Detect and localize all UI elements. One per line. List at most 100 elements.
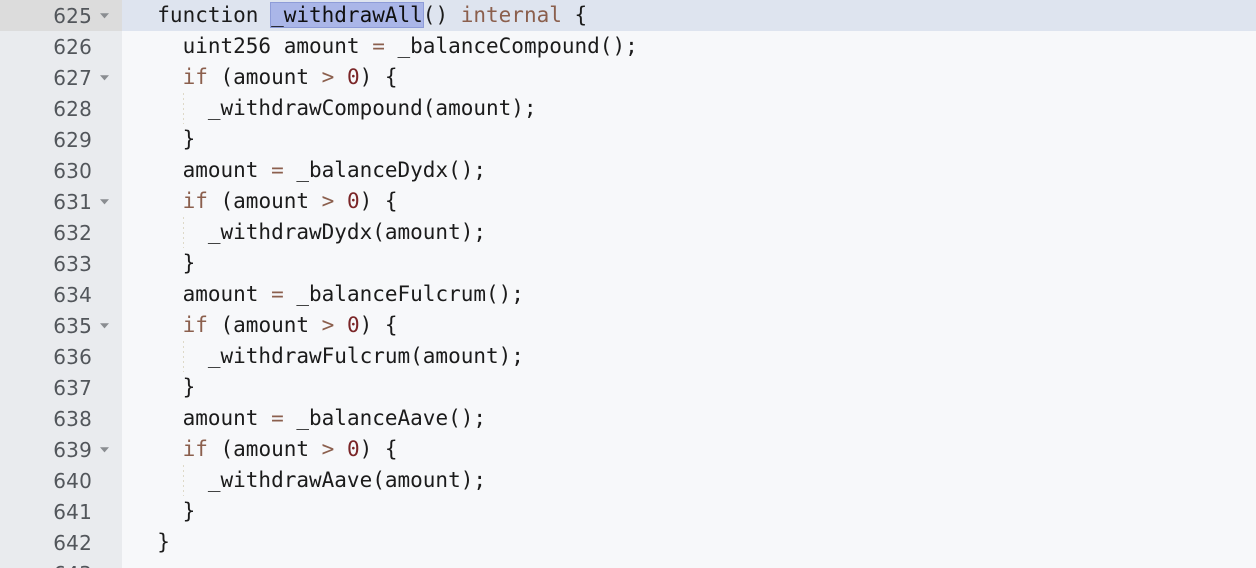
code-token: { — [561, 3, 588, 27]
code-line-content[interactable]: _withdrawCompound(amount); — [122, 93, 1256, 124]
code-line-content[interactable]: if (amount > 0) { — [122, 434, 1256, 465]
line-gutter[interactable]: 636 — [0, 341, 122, 372]
code-token: _withdrawFulcrum(amount); — [132, 344, 524, 368]
line-gutter[interactable]: 627 — [0, 62, 122, 93]
code-line[interactable]: 634 amount = _balanceFulcrum(); — [0, 279, 1256, 310]
code-line[interactable]: 629 } — [0, 124, 1256, 155]
code-line[interactable]: 633 } — [0, 248, 1256, 279]
line-gutter[interactable]: 630 — [0, 155, 122, 186]
code-line-content[interactable]: if (amount > 0) { — [122, 310, 1256, 341]
code-token: > — [321, 65, 335, 89]
code-line[interactable]: 639 if (amount > 0) { — [0, 434, 1256, 465]
code-line-content[interactable]: } — [122, 124, 1256, 155]
code-token: (amount — [207, 65, 322, 89]
line-gutter[interactable]: 637 — [0, 372, 122, 403]
code-token: uint256 amount — [132, 34, 373, 58]
line-gutter[interactable]: 635 — [0, 310, 122, 341]
code-line[interactable]: 627 if (amount > 0) { — [0, 62, 1256, 93]
code-token: } — [132, 499, 196, 523]
code-line-content[interactable]: amount = _balanceAave(); — [122, 403, 1256, 434]
code-line[interactable]: 641 } — [0, 496, 1256, 527]
code-token: 0 — [346, 437, 360, 461]
line-gutter[interactable]: 626 — [0, 31, 122, 62]
line-number: 628 — [53, 96, 92, 121]
chevron-down-icon[interactable] — [92, 71, 116, 84]
indent-guide — [183, 465, 185, 496]
code-line-list[interactable]: 625 function _withdrawAll() internal {62… — [0, 0, 1256, 568]
line-gutter[interactable]: 641 — [0, 496, 122, 527]
code-line-content[interactable]: amount = _balanceFulcrum(); — [122, 279, 1256, 310]
line-number: 640 — [53, 468, 92, 493]
code-token: > — [321, 189, 335, 213]
code-line[interactable]: 636 _withdrawFulcrum(amount); — [0, 341, 1256, 372]
code-line[interactable]: 630 amount = _balanceDydx(); — [0, 155, 1256, 186]
code-line-content[interactable]: } — [122, 372, 1256, 403]
line-gutter[interactable]: 643 — [0, 558, 122, 568]
code-line-content[interactable] — [122, 558, 1256, 568]
code-line-content[interactable]: uint256 amount = _balanceCompound(); — [122, 31, 1256, 62]
line-gutter[interactable]: 631 — [0, 186, 122, 217]
line-number: 634 — [53, 282, 92, 307]
code-line[interactable]: 643 — [0, 558, 1256, 568]
line-number: 625 — [53, 3, 92, 28]
code-line[interactable]: 631 if (amount > 0) { — [0, 186, 1256, 217]
code-line-content[interactable]: function _withdrawAll() internal { — [122, 0, 1256, 31]
line-gutter[interactable]: 639 — [0, 434, 122, 465]
code-editor[interactable]: 625 function _withdrawAll() internal {62… — [0, 0, 1256, 568]
code-token: amount — [132, 282, 272, 306]
code-line-content[interactable]: if (amount > 0) { — [122, 62, 1256, 93]
code-line-content[interactable]: _withdrawAave(amount); — [122, 465, 1256, 496]
code-token: } — [132, 251, 196, 275]
line-gutter[interactable]: 638 — [0, 403, 122, 434]
code-token: _balanceAave(); — [283, 406, 487, 430]
line-gutter[interactable]: 642 — [0, 527, 122, 558]
line-gutter[interactable]: 632 — [0, 217, 122, 248]
code-line-content[interactable]: } — [122, 527, 1256, 558]
code-line[interactable]: 635 if (amount > 0) { — [0, 310, 1256, 341]
chevron-down-icon[interactable] — [92, 195, 116, 208]
code-token: } — [132, 530, 170, 554]
line-gutter[interactable]: 634 — [0, 279, 122, 310]
code-token: = — [372, 34, 385, 58]
line-gutter[interactable]: 628 — [0, 93, 122, 124]
code-token: _withdrawAave(amount); — [132, 468, 487, 492]
line-gutter[interactable]: 640 — [0, 465, 122, 496]
code-line-content[interactable]: } — [122, 248, 1256, 279]
code-token: () — [422, 3, 461, 27]
code-line-content[interactable]: _withdrawDydx(amount); — [122, 217, 1256, 248]
code-token: amount — [132, 406, 272, 430]
code-token: if — [182, 189, 208, 213]
code-line[interactable]: 628 _withdrawCompound(amount); — [0, 93, 1256, 124]
code-token: if — [182, 313, 208, 337]
line-number: 638 — [53, 406, 92, 431]
code-line[interactable]: 632 _withdrawDydx(amount); — [0, 217, 1256, 248]
indent-guide — [183, 93, 185, 124]
code-line-content[interactable]: _withdrawFulcrum(amount); — [122, 341, 1256, 372]
code-line[interactable]: 638 amount = _balanceAave(); — [0, 403, 1256, 434]
code-line-content[interactable]: } — [122, 496, 1256, 527]
chevron-down-icon[interactable] — [92, 9, 116, 22]
code-line[interactable]: 642 } — [0, 527, 1256, 558]
line-gutter[interactable]: 625 — [0, 0, 122, 31]
code-token: _balanceFulcrum(); — [283, 282, 524, 306]
code-token: amount — [132, 158, 272, 182]
indent-guide — [183, 217, 185, 248]
code-line-content[interactable]: if (amount > 0) { — [122, 186, 1256, 217]
code-line[interactable]: 625 function _withdrawAll() internal { — [0, 0, 1256, 31]
code-line[interactable]: 626 uint256 amount = _balanceCompound(); — [0, 31, 1256, 62]
line-number: 642 — [53, 530, 92, 555]
code-token: _withdrawCompound(amount); — [132, 96, 537, 120]
line-number: 639 — [53, 437, 92, 462]
code-line-content[interactable]: amount = _balanceDydx(); — [122, 155, 1256, 186]
code-line[interactable]: 637 } — [0, 372, 1256, 403]
chevron-down-icon[interactable] — [92, 443, 116, 456]
line-number: 632 — [53, 220, 92, 245]
code-token: = — [271, 406, 284, 430]
code-line[interactable]: 640 _withdrawAave(amount); — [0, 465, 1256, 496]
code-token: (amount — [207, 437, 322, 461]
line-gutter[interactable]: 633 — [0, 248, 122, 279]
line-gutter[interactable]: 629 — [0, 124, 122, 155]
chevron-down-icon[interactable] — [92, 319, 116, 332]
